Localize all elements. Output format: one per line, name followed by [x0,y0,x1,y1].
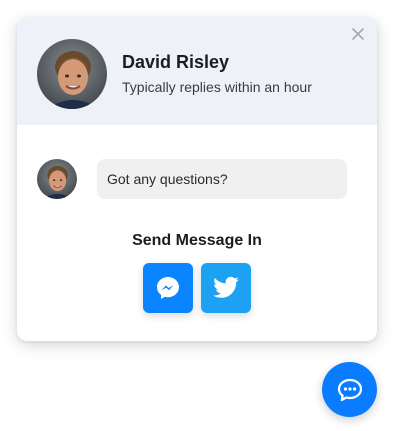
agent-photo-small [37,159,77,199]
agent-reply-time: Typically replies within an hour [122,79,312,95]
messenger-icon [157,277,179,299]
send-message-label: Send Message In [132,232,262,249]
chat-launcher-button[interactable] [322,362,377,417]
chat-widget-header: David Risley Typically replies within an… [17,18,377,125]
messenger-button[interactable] [143,263,193,313]
agent-photo [37,39,107,109]
twitter-button[interactable] [201,263,251,313]
chat-bubble-icon [337,378,362,401]
close-icon[interactable] [348,24,368,44]
message-bubble: Got any questions? [97,159,347,199]
message-avatar [37,159,77,199]
chat-widget-panel: David Risley Typically replies within an… [17,18,377,341]
agent-avatar [37,39,107,109]
twitter-icon [213,276,239,298]
agent-name: David Risley [122,52,230,72]
